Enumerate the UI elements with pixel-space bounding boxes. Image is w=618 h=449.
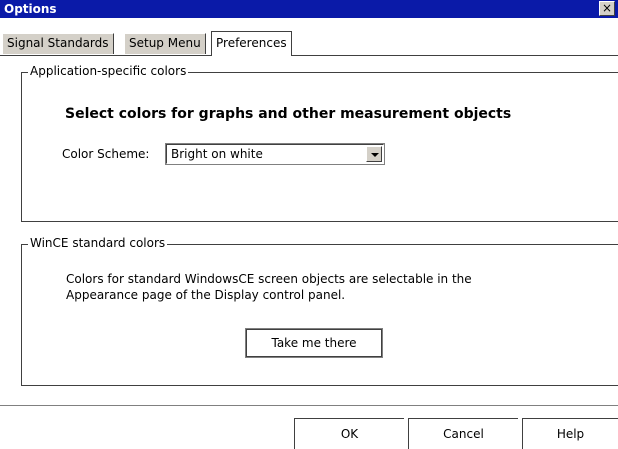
help-button[interactable]: Help [522, 418, 618, 449]
description-line: Appearance page of the Display control p… [66, 288, 346, 302]
tab-signal-standards[interactable]: Signal Standards [2, 33, 114, 54]
close-button[interactable]: × [599, 1, 615, 16]
chevron-down-icon[interactable] [366, 146, 382, 162]
cancel-button[interactable]: Cancel [408, 418, 518, 449]
description-line: Colors for standard WindowsCE screen obj… [66, 272, 472, 286]
take-me-there-button[interactable]: Take me there [245, 328, 383, 358]
group-legend: WinCE standard colors [28, 236, 168, 250]
tab-label: Preferences [216, 36, 287, 50]
title-bar: Options × [0, 0, 618, 18]
tab-preferences[interactable]: Preferences [211, 31, 292, 56]
ok-button[interactable]: OK [294, 418, 404, 449]
color-scheme-value: Bright on white [171, 147, 263, 161]
wince-description: Colors for standard WindowsCE screen obj… [66, 271, 536, 303]
footer-divider [0, 405, 618, 406]
wince-colors-group: WinCE standard colors [21, 236, 618, 386]
window-title: Options [4, 2, 57, 16]
close-icon: × [601, 1, 613, 15]
group-legend: Application-specific colors [28, 64, 189, 78]
tab-label: Setup Menu [129, 36, 201, 50]
section-heading: Select colors for graphs and other measu… [65, 106, 512, 122]
tab-label: Signal Standards [7, 36, 109, 50]
color-scheme-dropdown[interactable]: Bright on white [165, 143, 385, 165]
color-scheme-label: Color Scheme: [62, 147, 150, 161]
tab-setup-menu[interactable]: Setup Menu [124, 33, 206, 54]
